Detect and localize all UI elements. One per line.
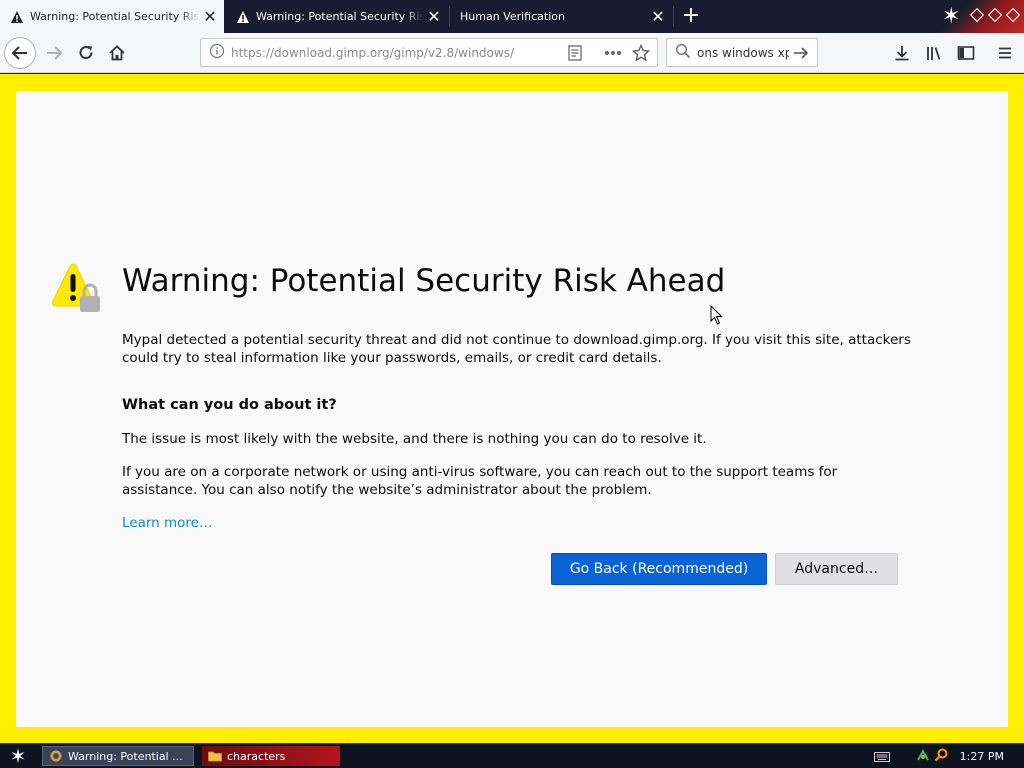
tab-title: Human Verification xyxy=(460,10,565,23)
page-actions-icon[interactable] xyxy=(601,41,625,65)
page-title: Warning: Potential Security Risk Ahead xyxy=(122,263,726,299)
intro-text: Mypal detected a potential security thre… xyxy=(122,332,911,366)
go-back-button[interactable]: Go Back (Recommended) xyxy=(551,553,767,585)
warning-icon xyxy=(10,10,24,24)
warning-lock-icon xyxy=(46,262,102,318)
reload-button[interactable] xyxy=(70,37,102,69)
explanation-text: The issue is most likely with the websit… xyxy=(122,431,707,447)
hamburger-menu-icon xyxy=(999,47,1011,59)
back-button[interactable] xyxy=(4,37,36,69)
star-icon: ✶ xyxy=(942,4,961,29)
folder-icon xyxy=(208,750,222,762)
taskbar-item-label: characters xyxy=(227,749,286,763)
advice-text: If you are on a corporate network or usi… xyxy=(122,464,838,498)
library-button[interactable] xyxy=(918,37,950,69)
taskbar-item-label: Warning: Potential ... xyxy=(68,749,183,763)
content-frame: Warning: Potential Security Risk Ahead M… xyxy=(0,74,1024,743)
library-icon xyxy=(927,47,941,60)
home-button[interactable] xyxy=(101,37,133,69)
download-icon xyxy=(895,46,909,61)
system-tray: 1:27 PM xyxy=(873,744,1024,768)
error-page: Warning: Potential Security Risk Ahead M… xyxy=(16,91,1008,727)
keyboard-icon[interactable] xyxy=(873,747,890,766)
info-icon[interactable] xyxy=(209,43,225,63)
menu-button[interactable] xyxy=(989,37,1021,69)
arrow-left-icon xyxy=(11,46,27,60)
learn-more-link[interactable]: Learn more… xyxy=(122,515,213,531)
taskbar: ✶ Warning: Potential ... characters 1:27… xyxy=(0,743,1024,768)
taskbar-item-folder[interactable]: characters xyxy=(202,746,340,766)
sidebar-button[interactable] xyxy=(950,37,982,69)
new-tab-button[interactable]: + xyxy=(678,0,704,33)
taskbar-item-browser[interactable]: Warning: Potential ... xyxy=(42,746,194,766)
navigation-toolbar: https://download.gimp.org/gimp/v2.8/wind… xyxy=(0,33,1024,73)
url-bar[interactable]: https://download.gimp.org/gimp/v2.8/wind… xyxy=(200,38,658,67)
close-icon[interactable]: ✕ xyxy=(200,7,220,26)
search-bar[interactable]: ons windows xp xyxy=(666,38,818,67)
tab-title: Warning: Potential Security Risk Ahead xyxy=(30,10,200,23)
search-tray-icon[interactable] xyxy=(934,747,948,766)
close-icon[interactable]: ✕ xyxy=(424,7,444,26)
advanced-button[interactable]: Advanced… xyxy=(775,553,898,585)
forward-button[interactable] xyxy=(38,37,70,69)
url-text[interactable]: https://download.gimp.org/gimp/v2.8/wind… xyxy=(231,46,563,60)
search-input[interactable]: ons windows xp xyxy=(697,46,789,60)
arrow-right-icon xyxy=(47,46,63,60)
tab-human-verification[interactable]: Human Verification ✕ xyxy=(450,0,672,33)
reload-icon xyxy=(79,46,93,60)
downloads-button[interactable] xyxy=(886,37,918,69)
mouse-cursor-icon xyxy=(710,304,724,325)
search-icon xyxy=(675,43,691,63)
reader-view-icon[interactable] xyxy=(563,41,587,65)
search-go-icon[interactable] xyxy=(789,41,813,65)
tab-strip: Warning: Potential Security Risk Ahead ✕… xyxy=(0,0,1024,33)
home-icon xyxy=(109,45,125,61)
tab-separator xyxy=(673,6,674,27)
clock: 1:27 PM xyxy=(959,749,1004,763)
network-icon[interactable] xyxy=(916,747,930,766)
tab-title: Warning: Potential Security Risk Ahead xyxy=(256,10,424,23)
tab-warning-1[interactable]: Warning: Potential Security Risk Ahead ✕ xyxy=(0,0,224,33)
start-menu-icon[interactable]: ✶ xyxy=(4,744,32,768)
firefox-icon xyxy=(49,750,63,762)
sidebar-icon xyxy=(957,46,975,60)
bookmark-star-icon[interactable] xyxy=(629,41,653,65)
close-icon[interactable]: ✕ xyxy=(648,7,668,26)
tab-warning-2[interactable]: Warning: Potential Security Risk Ahead ✕ xyxy=(226,0,448,33)
warning-icon xyxy=(236,10,250,24)
section-heading: What can you do about it? xyxy=(122,397,337,413)
